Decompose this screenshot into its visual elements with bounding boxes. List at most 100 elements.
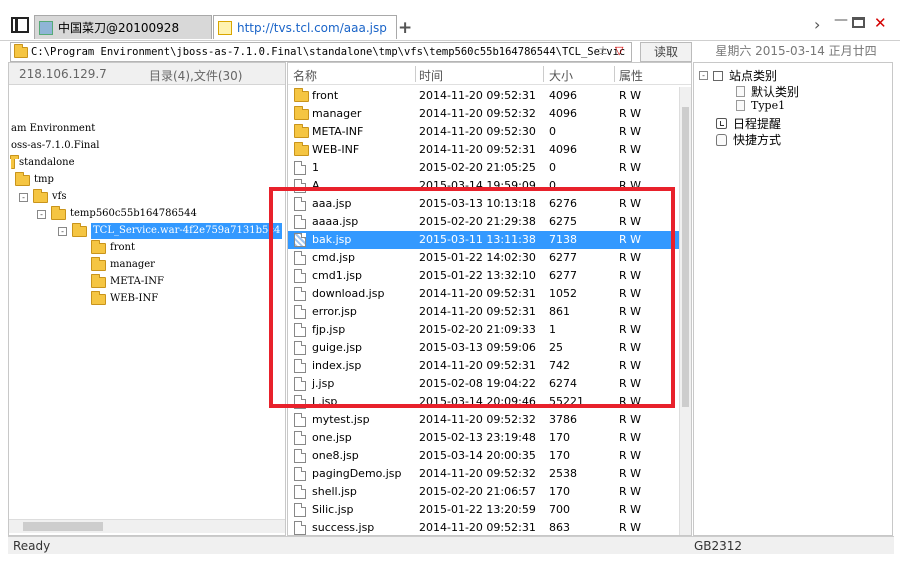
checkbox-icon[interactable]: [713, 70, 723, 81]
file-size: 0: [549, 179, 556, 192]
folder-icon: [15, 171, 30, 186]
tab-home[interactable]: 中国菜刀@20100928: [34, 15, 212, 39]
read-button[interactable]: 读取: [640, 42, 692, 62]
tree-node-default-category[interactable]: 默认类别: [736, 83, 799, 100]
file-attr: R W: [619, 125, 642, 138]
file-row[interactable]: shell.jsp 2015-02-20 21:06:57 170 R W: [288, 483, 680, 501]
file-name: cmd.jsp: [312, 251, 356, 264]
tree-node-label: manager: [110, 259, 155, 270]
chevron-right-icon[interactable]: ›: [814, 15, 820, 34]
file-time: 2014-11-20 09:52:31: [419, 89, 536, 102]
column-header-time[interactable]: 时间: [419, 67, 443, 84]
tab-site[interactable]: http://tvs.tcl.com/aaa.jsp: [213, 15, 397, 39]
horizontal-scrollbar[interactable]: [9, 519, 285, 533]
file-row[interactable]: j.jsp 2015-02-08 19:04:22 6274 R W: [288, 375, 680, 393]
file-attr: R W: [619, 233, 642, 246]
tree-node-type1[interactable]: Type1: [736, 99, 785, 112]
new-tab-button[interactable]: +: [398, 18, 412, 38]
column-divider[interactable]: [543, 66, 544, 82]
file-row[interactable]: aaa.jsp 2015-03-13 10:13:18 6276 R W: [288, 195, 680, 213]
tree-node-site-category[interactable]: - 站点类别: [699, 67, 777, 84]
collapse-icon[interactable]: -: [58, 226, 67, 236]
collapse-icon[interactable]: -: [37, 209, 46, 219]
column-divider[interactable]: [614, 66, 615, 82]
file-size: 170: [549, 449, 570, 462]
file-row[interactable]: L.jsp 2015-03-14 20:09:46 55221 R W: [288, 393, 680, 411]
file-row[interactable]: META-INF 2014-11-20 09:52:30 0 R W: [288, 123, 680, 141]
file-icon: [294, 269, 306, 283]
file-name: L.jsp: [312, 395, 338, 408]
tree-node[interactable]: - vfs: [19, 188, 67, 205]
tree-node[interactable]: am Environment: [11, 121, 95, 137]
file-row[interactable]: download.jsp 2014-11-20 09:52:31 1052 R W: [288, 285, 680, 303]
tree-node-schedule[interactable]: 日程提醒: [716, 115, 781, 132]
file-name: Silic.jsp: [312, 503, 354, 516]
tree-node[interactable]: - temp560c55b164786544: [37, 205, 197, 222]
file-time: 2015-03-13 10:13:18: [419, 197, 536, 210]
file-row[interactable]: cmd1.jsp 2015-01-22 13:32:10 6277 R W: [288, 267, 680, 285]
file-attr: R W: [619, 341, 642, 354]
tree-node[interactable]: oss-as-7.1.0.Final: [11, 138, 100, 154]
vertical-scrollbar[interactable]: [679, 87, 691, 535]
file-row[interactable]: one.jsp 2015-02-13 23:19:48 170 R W: [288, 429, 680, 447]
plus-minus-icon[interactable]: ±: [598, 43, 608, 57]
tree-node-shortcuts[interactable]: 快捷方式: [716, 131, 781, 148]
file-row[interactable]: aaaa.jsp 2015-02-20 21:29:38 6275 R W: [288, 213, 680, 231]
tree-node[interactable]: WEB-INF: [91, 290, 158, 307]
folder-icon: [91, 256, 106, 271]
chevron-down-icon[interactable]: ▽: [615, 44, 623, 57]
file-name: A: [312, 179, 320, 192]
file-attr: R W: [619, 89, 642, 102]
file-row[interactable]: front 2014-11-20 09:52:31 4096 R W: [288, 87, 680, 105]
file-time: 2015-03-14 20:00:35: [419, 449, 536, 462]
column-header-size[interactable]: 大小: [549, 67, 573, 84]
file-size: 3786: [549, 413, 577, 426]
file-row[interactable]: manager 2014-11-20 09:52:32 4096 R W: [288, 105, 680, 123]
file-name: bak.jsp: [312, 233, 352, 246]
file-icon: [294, 341, 306, 355]
file-row[interactable]: Silic.jsp 2015-01-22 13:20:59 700 R W: [288, 501, 680, 519]
column-divider[interactable]: [415, 66, 416, 82]
file-row[interactable]: index.jsp 2014-11-20 09:52:31 742 R W: [288, 357, 680, 375]
file-row[interactable]: pagingDemo.jsp 2014-11-20 09:52:32 2538 R W: [288, 465, 680, 483]
tree-node[interactable]: META-INF: [91, 273, 164, 290]
file-name: manager: [312, 107, 362, 120]
encoding-indicator[interactable]: GB2312: [694, 539, 742, 553]
tree-node-selected[interactable]: - TCL_Service.war-4f2e759a7131b5c4: [58, 222, 283, 239]
file-row[interactable]: cmd.jsp 2015-01-22 14:02:30 6277 R W: [288, 249, 680, 267]
file-row[interactable]: 1 2015-02-20 21:05:25 0 R W: [288, 159, 680, 177]
file-row[interactable]: one8.jsp 2015-03-14 20:00:35 170 R W: [288, 447, 680, 465]
tree-node[interactable]: front: [91, 239, 135, 256]
minimize-button[interactable]: —: [834, 12, 848, 28]
folder-icon: [91, 290, 106, 305]
tree-node-label: front: [110, 242, 135, 253]
tree-node[interactable]: standalone: [10, 154, 75, 171]
file-attr: R W: [619, 197, 642, 210]
file-attr: R W: [619, 377, 642, 390]
file-size: 4096: [549, 89, 577, 102]
file-row[interactable]: A 2015-03-14 19:59:09 0 R W: [288, 177, 680, 195]
sidebar-toggle-icon[interactable]: [11, 17, 29, 33]
file-row[interactable]: guige.jsp 2015-03-13 09:59:06 25 R W: [288, 339, 680, 357]
file-row[interactable]: error.jsp 2014-11-20 09:52:31 861 R W: [288, 303, 680, 321]
column-header-name[interactable]: 名称: [293, 67, 317, 84]
tree-node[interactable]: tmp: [15, 171, 54, 188]
file-row-selected[interactable]: bak.jsp 2015-03-11 13:11:38 7138 R W: [288, 231, 680, 249]
file-size: 1: [549, 323, 556, 336]
column-header-attr[interactable]: 属性: [619, 67, 643, 84]
file-icon: [294, 377, 306, 391]
collapse-icon[interactable]: -: [19, 192, 28, 202]
tree-node-label: vfs: [52, 191, 67, 202]
file-icon: [294, 503, 306, 517]
file-row[interactable]: WEB-INF 2014-11-20 09:52:31 4096 R W: [288, 141, 680, 159]
tree-node[interactable]: manager: [91, 256, 155, 273]
close-button[interactable]: ✕: [874, 14, 887, 32]
file-size: 25: [549, 341, 563, 354]
path-input[interactable]: C:\Program Environment\jboss-as-7.1.0.Fi…: [10, 42, 632, 62]
file-row[interactable]: success.jsp 2014-11-20 09:52:31 863 R W: [288, 519, 680, 535]
maximize-button[interactable]: [852, 17, 865, 28]
file-size: 170: [549, 485, 570, 498]
file-row[interactable]: fjp.jsp 2015-02-20 21:09:33 1 R W: [288, 321, 680, 339]
file-row[interactable]: mytest.jsp 2014-11-20 09:52:32 3786 R W: [288, 411, 680, 429]
collapse-icon[interactable]: -: [699, 71, 708, 80]
